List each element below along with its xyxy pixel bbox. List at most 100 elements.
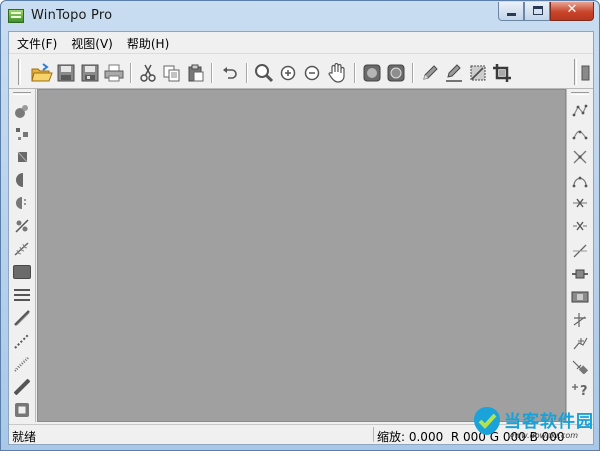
watermark-url: www.downkr.com: [508, 431, 579, 440]
right-tool-5[interactable]: [570, 193, 590, 213]
left-toolbar-grip[interactable]: [13, 92, 31, 95]
save-as-icon: [81, 64, 99, 82]
left-tool-11[interactable]: [12, 331, 32, 351]
watermark-name: 当客软件园: [504, 412, 594, 432]
dashed-line-icon: [14, 356, 30, 372]
menu-help[interactable]: 帮助(H): [120, 32, 176, 53]
right-tool-13[interactable]: ?: [570, 379, 590, 399]
left-tool-8[interactable]: [12, 262, 32, 282]
edit-button[interactable]: [443, 62, 465, 84]
remove-isolated-icon: [14, 218, 30, 234]
right-tool-4[interactable]: [570, 170, 590, 190]
angle-icon: [572, 335, 588, 351]
svg-text:?: ?: [580, 384, 588, 397]
left-tool-12[interactable]: [12, 354, 32, 374]
zoom-icon: [254, 63, 274, 83]
maximize-icon: [533, 6, 543, 15]
watermark-logo-icon: [472, 405, 502, 437]
left-tool-3[interactable]: [12, 147, 32, 167]
raster-view-button[interactable]: [361, 62, 383, 84]
select-area-button[interactable]: [467, 62, 489, 84]
split-icon: [572, 243, 588, 259]
left-tool-9[interactable]: [12, 285, 32, 305]
crop-button[interactable]: [491, 62, 513, 84]
caption-buttons: ✕: [498, 2, 594, 21]
toolbar-grip[interactable]: [574, 59, 577, 85]
left-tool-14[interactable]: [12, 400, 32, 420]
toolbar-grip[interactable]: [18, 59, 21, 85]
smooth-icon: [14, 195, 30, 211]
title-bar[interactable]: WinTopo Pro ✕: [1, 1, 599, 31]
menu-file[interactable]: 文件(F): [11, 32, 64, 53]
status-separator: [373, 427, 374, 442]
curve-icon: [572, 172, 588, 188]
toolbar-overflow-icon: [581, 64, 591, 82]
pan-button[interactable]: [326, 62, 348, 84]
left-tool-10[interactable]: [12, 308, 32, 328]
zoom-in-button[interactable]: [277, 62, 299, 84]
threshold-icon: [14, 149, 30, 165]
right-tool-12[interactable]: [570, 356, 590, 376]
right-tool-11[interactable]: [570, 333, 590, 353]
stentiford-icon: [14, 241, 30, 257]
open-button[interactable]: [31, 62, 53, 84]
right-tool-3[interactable]: [570, 147, 590, 167]
close-icon: ✕: [566, 2, 578, 17]
status-zoom-text: 缩放: 0.000: [377, 430, 444, 444]
dotted-line-icon: [14, 333, 30, 349]
undo-button[interactable]: [219, 62, 241, 84]
right-toolbar: ?: [566, 89, 593, 422]
left-toolbar: [9, 89, 36, 422]
line-thin-icon: [13, 288, 31, 302]
zoom-out-button[interactable]: [301, 62, 323, 84]
maximize-button[interactable]: [524, 2, 550, 21]
diagonal-line-icon: [14, 310, 30, 326]
left-tool-5[interactable]: [12, 193, 32, 213]
right-tool-6[interactable]: [570, 216, 590, 236]
right-tool-1[interactable]: [570, 101, 590, 121]
menu-bar: 文件(F) 视图(V) 帮助(H): [9, 32, 593, 53]
left-tool-4[interactable]: [12, 170, 32, 190]
toolbar-separator: [412, 63, 414, 83]
despeckle-icon: [14, 126, 30, 142]
copy-icon: [163, 64, 181, 82]
close-button[interactable]: ✕: [550, 2, 594, 21]
print-icon: [104, 64, 124, 82]
right-tool-9[interactable]: [570, 287, 590, 307]
paste-button[interactable]: [185, 62, 207, 84]
minimize-button[interactable]: [498, 2, 524, 21]
zoom-button[interactable]: [253, 62, 275, 84]
pan-hand-icon: [328, 63, 346, 83]
menu-view[interactable]: 视图(V): [64, 32, 120, 53]
left-tool-13[interactable]: [12, 377, 32, 397]
vector-view-button[interactable]: [385, 62, 407, 84]
box-node-icon: [571, 289, 589, 305]
print-button[interactable]: [103, 62, 125, 84]
crossing-icon: [572, 312, 588, 328]
left-tool-7[interactable]: [12, 239, 32, 259]
node-icon: [571, 266, 589, 282]
left-tool-2[interactable]: [12, 124, 32, 144]
right-tool-7[interactable]: [570, 241, 590, 261]
right-tool-2[interactable]: [570, 124, 590, 144]
cut-button[interactable]: [137, 62, 159, 84]
save-button[interactable]: [55, 62, 77, 84]
pencil-button[interactable]: [419, 62, 441, 84]
map-canvas[interactable]: [37, 89, 566, 422]
tag-icon: [571, 358, 589, 374]
main-toolbar: [9, 53, 593, 89]
cut-icon: [140, 64, 156, 82]
select-area-icon: [469, 64, 487, 82]
left-tool-1[interactable]: [12, 101, 32, 121]
right-tool-8[interactable]: [570, 264, 590, 284]
right-toolbar-grip[interactable]: [571, 92, 589, 95]
solid-fill-icon: [13, 265, 31, 279]
toolbar-overflow-button[interactable]: [579, 62, 593, 84]
wintopo-app-icon[interactable]: [8, 9, 24, 23]
right-tool-10[interactable]: [570, 310, 590, 330]
left-tool-6[interactable]: [12, 216, 32, 236]
toolbar-separator: [246, 63, 248, 83]
save-as-button[interactable]: [79, 62, 101, 84]
thick-line-icon: [14, 379, 30, 395]
copy-button[interactable]: [161, 62, 183, 84]
